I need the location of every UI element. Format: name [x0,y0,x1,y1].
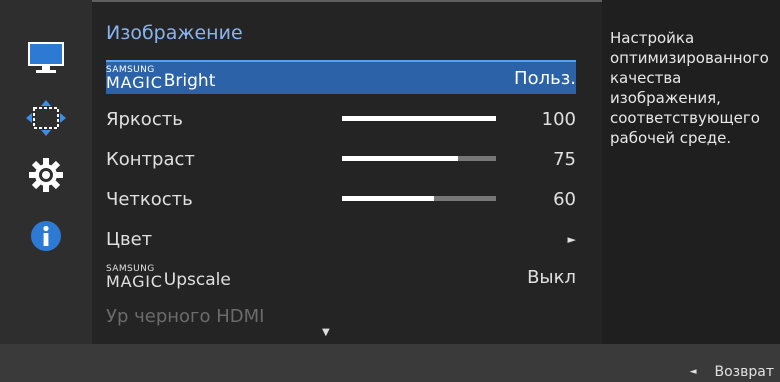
slider-fill [342,156,458,161]
menu-item-sharpness[interactable]: Четкость 60 [106,182,576,216]
menu-item-value: 100 [541,108,576,130]
menu-item-label: Четкость [106,188,193,210]
picture-menu: Изображение SAMSUNG MAGIC Bright Польз. … [92,0,602,344]
menu-item-magic-bright[interactable]: SAMSUNG MAGIC Bright Польз. [106,60,576,94]
back-label: Возврат [714,364,775,380]
contrast-slider[interactable] [342,156,496,161]
info-icon[interactable] [26,216,66,256]
menu-item-value: 60 [553,188,576,210]
samsung-magic-logo: SAMSUNG MAGIC [106,263,163,291]
description-text: Настройка оптимизированного качества изо… [610,29,769,147]
menu-item-label: Цвет [106,228,153,250]
samsung-magic-logo: SAMSUNG MAGIC [106,64,163,92]
menu-item-label: Яркость [106,108,183,130]
gear-icon[interactable] [26,155,66,195]
footer: ◄ Возврат [0,344,780,382]
menu-item-magic-upscale[interactable]: SAMSUNG MAGIC Upscale Выкл [106,260,576,294]
monitor-icon[interactable] [26,38,66,78]
slider-fill [342,116,496,121]
sidebar [0,0,92,344]
menu-item-value: Выкл [527,266,576,288]
menu-item-contrast[interactable]: Контраст 75 [106,142,576,176]
screen-position-icon[interactable] [26,98,66,138]
menu-item-color[interactable]: Цвет ► [106,222,576,256]
menu-item-value: 75 [553,148,576,170]
submenu-arrow-icon: ► [567,232,576,246]
scroll-down-icon[interactable]: ▼ [322,327,330,338]
menu-item-value: Польз. [514,67,576,89]
menu-item-brightness[interactable]: Яркость 100 [106,102,576,136]
slider-fill [342,196,435,201]
menu-item-label: Ур черного HDMI [106,305,265,327]
brightness-slider[interactable] [342,116,496,121]
back-arrow-icon: ◄ [689,367,697,377]
sharpness-slider[interactable] [342,196,496,201]
menu-item-hdmi-black-level: Ур черного HDMI [106,299,576,333]
menu-item-label: Bright [163,70,216,91]
menu-item-label: Контраст [106,148,195,170]
back-button[interactable]: ◄ Возврат [690,364,774,380]
description-panel: Настройка оптимизированного качества изо… [602,0,780,344]
menu-item-label: Upscale [163,269,231,290]
menu-title: Изображение [106,22,243,44]
